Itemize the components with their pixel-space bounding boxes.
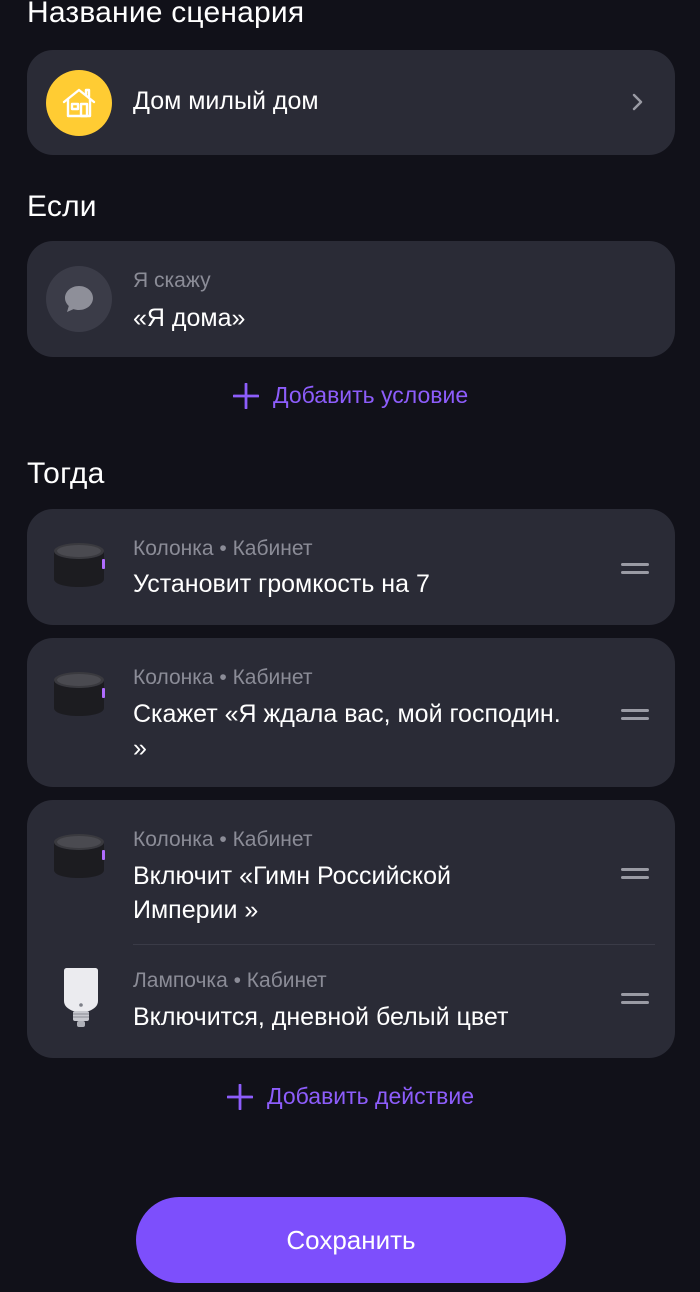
action-text: Установит громкость на 7 bbox=[133, 570, 430, 598]
action-item[interactable]: Колонка • Кабинет Включит «Гимн Российск… bbox=[27, 800, 675, 944]
scenario-editor: Название сценария Дом милый дом Если Я с… bbox=[0, 0, 700, 1292]
action-device-room: Лампочка • Кабинет bbox=[133, 969, 327, 992]
action-device-room: Колонка • Кабинет bbox=[133, 828, 313, 851]
drag-handle-icon[interactable] bbox=[621, 709, 649, 723]
speech-bubble-icon bbox=[46, 266, 112, 332]
add-condition-label: Добавить условие bbox=[273, 382, 469, 408]
chevron-right-icon bbox=[632, 93, 643, 111]
action-item[interactable]: Колонка • Кабинет Скажет «Я ждала вас, м… bbox=[27, 638, 675, 787]
add-condition-button[interactable]: Добавить условие bbox=[233, 382, 468, 409]
light-bulb-icon bbox=[64, 968, 98, 1027]
plus-icon bbox=[227, 1083, 253, 1110]
speaker-icon bbox=[54, 672, 105, 716]
action-group-card: Колонка • Кабинет Включит «Гимн Российск… bbox=[27, 800, 675, 1058]
add-action-button[interactable]: Добавить действие bbox=[227, 1083, 474, 1110]
scenario-name-heading: Название сценария bbox=[27, 0, 305, 29]
house-icon bbox=[46, 70, 112, 136]
action-item[interactable]: Лампочка • Кабинет Включится, дневной бе… bbox=[27, 945, 675, 1058]
drag-handle-icon[interactable] bbox=[621, 993, 649, 1007]
condition-card[interactable]: Я скажу «Я дома» bbox=[27, 241, 675, 357]
save-button-label: Сохранить bbox=[286, 1224, 416, 1255]
save-button[interactable]: Сохранить bbox=[136, 1197, 566, 1283]
action-device-room: Колонка • Кабинет bbox=[133, 537, 313, 560]
if-section-heading: Если bbox=[27, 190, 97, 223]
scenario-name-value: Дом милый дом bbox=[133, 87, 319, 115]
action-text: Включит «Гимн Российской Империи » bbox=[133, 862, 452, 924]
action-text: Включится, дневной белый цвет bbox=[133, 1003, 509, 1031]
plus-icon bbox=[233, 382, 259, 409]
speaker-icon bbox=[54, 834, 105, 878]
drag-handle-icon[interactable] bbox=[621, 563, 649, 577]
action-card[interactable]: Колонка • Кабинет Установит громкость на… bbox=[27, 509, 675, 625]
action-card[interactable]: Колонка • Кабинет Скажет «Я ждала вас, м… bbox=[27, 638, 675, 787]
then-section-heading: Тогда bbox=[27, 457, 105, 490]
condition-value: «Я дома» bbox=[133, 304, 246, 332]
drag-handle-icon[interactable] bbox=[621, 868, 649, 882]
add-action-label: Добавить действие bbox=[267, 1083, 474, 1109]
action-text: Скажет «Я ждала вас, мой господин.» bbox=[133, 700, 561, 762]
scenario-name-card[interactable]: Дом милый дом bbox=[27, 50, 675, 155]
action-device-room: Колонка • Кабинет bbox=[133, 666, 313, 689]
condition-label: Я скажу bbox=[133, 269, 211, 292]
action-item[interactable]: Колонка • Кабинет Установит громкость на… bbox=[27, 509, 675, 625]
speaker-icon bbox=[54, 543, 105, 587]
